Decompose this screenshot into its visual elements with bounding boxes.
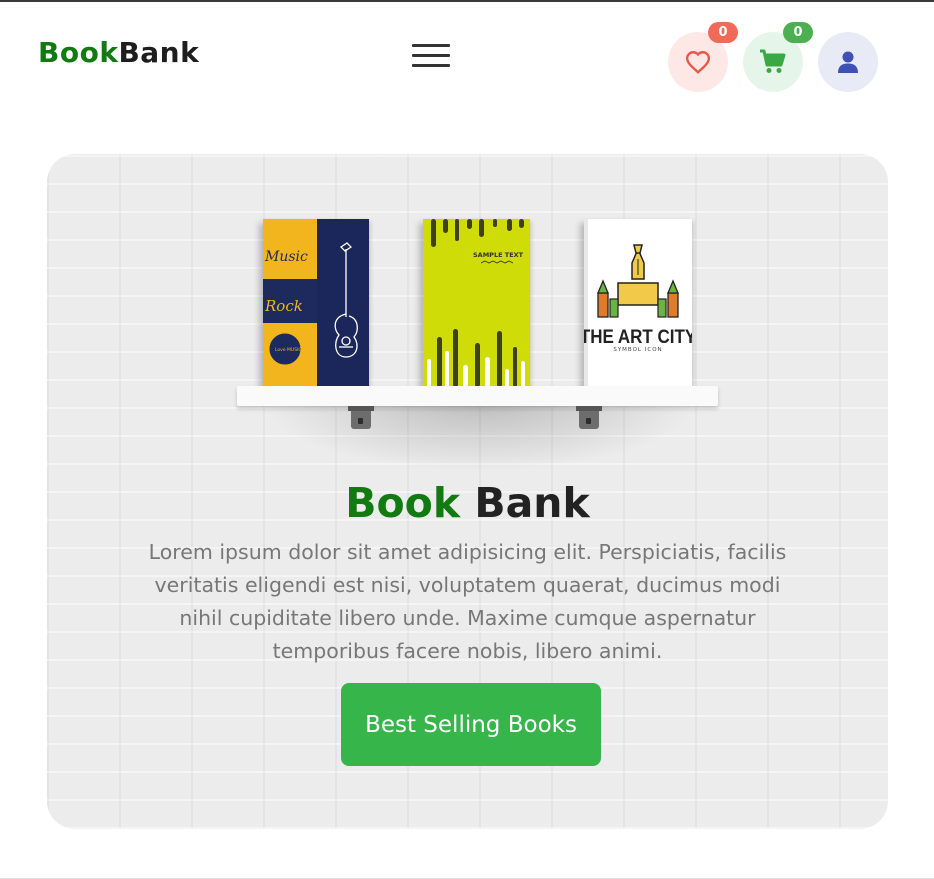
shelf-plank bbox=[237, 386, 718, 406]
wishlist-count-badge: 0 bbox=[708, 22, 738, 43]
book-1-text-badge: Love MUSIC bbox=[275, 347, 302, 353]
sample-book-art: SAMPLE TEXT bbox=[423, 219, 530, 387]
hero-section: Music Rock Love MUSIC SAMPLE TEXT THE AR… bbox=[47, 154, 888, 829]
user-account-button[interactable] bbox=[818, 32, 878, 92]
hamburger-menu-button[interactable] bbox=[412, 42, 450, 70]
shelf-shadow bbox=[262, 402, 697, 472]
logo-part-2: Bank bbox=[118, 36, 200, 69]
logo-part-1: Book bbox=[38, 36, 119, 69]
music-book-art: Music Rock Love MUSIC bbox=[263, 219, 369, 387]
hamburger-icon-bar bbox=[412, 44, 450, 47]
hamburger-icon-bar bbox=[412, 64, 450, 67]
bookshelf-illustration: Music Rock Love MUSIC SAMPLE TEXT THE AR… bbox=[47, 154, 888, 474]
hero-description: Lorem ipsum dolor sit amet adipisicing e… bbox=[148, 540, 787, 663]
book-3-text-subtitle: SYMBOL ICON bbox=[613, 347, 662, 353]
cart-icon bbox=[760, 49, 786, 73]
wishlist-button[interactable]: 0 bbox=[668, 22, 738, 92]
hero-title-part-1: Book bbox=[345, 479, 461, 527]
shelf-bracket bbox=[348, 406, 374, 430]
book-1-text-rock: Rock bbox=[264, 297, 303, 315]
heart-icon bbox=[685, 51, 711, 74]
cart-count-badge: 0 bbox=[783, 22, 813, 43]
art-city-book-art: THE ART CITY SYMBOL ICON bbox=[584, 219, 692, 387]
user-icon bbox=[838, 51, 858, 73]
book-cover-music: Music Rock Love MUSIC bbox=[263, 219, 369, 387]
hero-title: Book Bank bbox=[47, 479, 888, 527]
cart-button[interactable]: 0 bbox=[743, 22, 813, 92]
hamburger-icon-bar bbox=[412, 54, 450, 57]
best-selling-books-button[interactable]: Best Selling Books bbox=[341, 683, 601, 766]
book-1-text-music: Music bbox=[264, 249, 308, 265]
book-cover-art-city: THE ART CITY SYMBOL ICON bbox=[584, 219, 692, 387]
book-3-text-title: THE ART CITY bbox=[584, 325, 692, 347]
site-logo[interactable]: BookBank bbox=[38, 36, 199, 69]
shelf-bracket bbox=[576, 406, 602, 430]
book-2-text-sample: SAMPLE TEXT bbox=[473, 251, 524, 259]
hero-title-part-2: Bank bbox=[474, 479, 590, 527]
book-cover-sample: SAMPLE TEXT bbox=[423, 219, 530, 387]
site-header: BookBank 0 0 bbox=[0, 2, 934, 112]
